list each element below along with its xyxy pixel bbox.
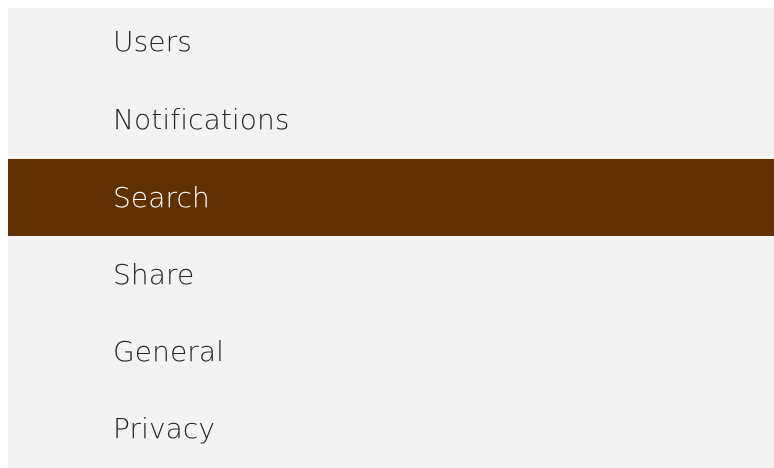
menu-item-label: Notifications [113, 103, 290, 136]
menu-item-share[interactable]: Share [8, 236, 774, 313]
menu-item-general[interactable]: General [8, 313, 774, 390]
menu-item-label: General [113, 335, 225, 368]
menu-item-label: Search [113, 181, 210, 214]
menu-item-search[interactable]: Search [8, 159, 774, 236]
menu-item-label: Privacy [113, 412, 216, 445]
settings-menu-panel: Users Notifications Search Share General… [8, 8, 774, 468]
menu-item-label: Users [113, 25, 192, 58]
menu-item-users[interactable]: Users [8, 3, 774, 80]
menu-item-label: Share [113, 258, 195, 291]
menu-item-privacy[interactable]: Privacy [8, 390, 774, 467]
menu-item-notifications[interactable]: Notifications [8, 81, 774, 158]
